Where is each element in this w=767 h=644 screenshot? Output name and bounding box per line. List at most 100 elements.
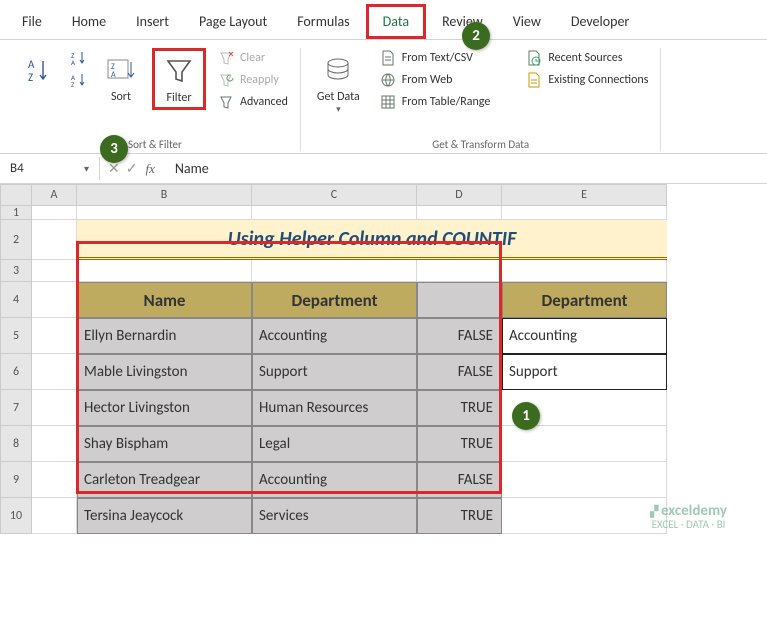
sort-button[interactable]: ZA Sort bbox=[98, 48, 144, 108]
reapply-button: Reapply bbox=[214, 70, 292, 90]
cell-dept-8[interactable]: Legal bbox=[252, 426, 417, 462]
cell-A7[interactable] bbox=[32, 390, 77, 426]
cell-E1[interactable] bbox=[502, 206, 667, 220]
tab-data[interactable]: Data bbox=[366, 4, 426, 39]
cell-lookup-6[interactable]: Support bbox=[502, 354, 667, 390]
select-all-corner[interactable] bbox=[0, 184, 32, 206]
cell-name-6[interactable]: Mable Livingston bbox=[77, 354, 252, 390]
name-box[interactable]: B4 ▾ bbox=[0, 157, 100, 180]
from-table-range-button[interactable]: From Table/Range bbox=[376, 92, 495, 112]
cell-D1[interactable] bbox=[417, 206, 502, 220]
row-header-4[interactable]: 4 bbox=[0, 282, 32, 318]
cell-dept-9[interactable]: Accounting bbox=[252, 462, 417, 498]
name-box-value: B4 bbox=[10, 161, 24, 176]
tab-home[interactable]: Home bbox=[58, 7, 120, 36]
cell-flag-6[interactable]: FALSE bbox=[417, 354, 502, 390]
cell-dept-10[interactable]: Services bbox=[252, 498, 417, 534]
cell-A1[interactable] bbox=[32, 206, 77, 220]
get-data-icon bbox=[323, 52, 353, 88]
cell-A9[interactable] bbox=[32, 462, 77, 498]
tab-developer[interactable]: Developer bbox=[557, 7, 643, 36]
cell-A5[interactable] bbox=[32, 318, 77, 354]
cell-dept-7[interactable]: Human Resources bbox=[252, 390, 417, 426]
cell-flag-10[interactable]: TRUE bbox=[417, 498, 502, 534]
filter-button[interactable]: Filter bbox=[152, 48, 206, 110]
cell-flag-5[interactable]: FALSE bbox=[417, 318, 502, 354]
ribbon-tabs: File Home Insert Page Layout Formulas Da… bbox=[0, 0, 767, 40]
sort-label: Sort bbox=[111, 90, 131, 104]
ribbon-group-get-transform: Get Data ▾ From Text/CSV From Web From T… bbox=[301, 48, 662, 151]
col-header-D[interactable]: D bbox=[417, 184, 502, 206]
cell-dept-5[interactable]: Accounting bbox=[252, 318, 417, 354]
cell-E3[interactable] bbox=[502, 260, 667, 282]
cell-name-8[interactable]: Shay Bispham bbox=[77, 426, 252, 462]
cell-flag-9[interactable]: FALSE bbox=[417, 462, 502, 498]
header-name: Name bbox=[77, 282, 252, 318]
cell-flag-7[interactable]: TRUE bbox=[417, 390, 502, 426]
table-icon bbox=[380, 94, 396, 110]
cell-name-9[interactable]: Carleton Treadgear bbox=[77, 462, 252, 498]
tab-insert[interactable]: Insert bbox=[122, 7, 183, 36]
tab-view[interactable]: View bbox=[499, 7, 555, 36]
row-header-5[interactable]: 5 bbox=[0, 318, 32, 354]
get-transform-group-label: Get & Transform Data bbox=[432, 138, 529, 151]
filter-label: Filter bbox=[166, 91, 191, 105]
row-header-1[interactable]: 1 bbox=[0, 206, 32, 220]
from-text-csv-button[interactable]: From Text/CSV bbox=[376, 48, 495, 68]
cell-lookup-5[interactable]: Accounting bbox=[502, 318, 667, 354]
existing-connections-button[interactable]: Existing Connections bbox=[522, 70, 652, 90]
sort-asc-button[interactable]: AZ bbox=[18, 48, 58, 92]
col-header-C[interactable]: C bbox=[252, 184, 417, 206]
row-header-3[interactable]: 3 bbox=[0, 260, 32, 282]
cell-D3[interactable] bbox=[417, 260, 502, 282]
col-header-B[interactable]: B bbox=[77, 184, 252, 206]
cell-E10[interactable] bbox=[502, 498, 667, 534]
cell-A3[interactable] bbox=[32, 260, 77, 282]
cell-A4[interactable] bbox=[32, 282, 77, 318]
cell-dept-6[interactable]: Support bbox=[252, 354, 417, 390]
from-web-button[interactable]: From Web bbox=[376, 70, 495, 90]
tab-page-layout[interactable]: Page Layout bbox=[185, 7, 281, 36]
row-header-7[interactable]: 7 bbox=[0, 390, 32, 426]
cell-B1[interactable] bbox=[77, 206, 252, 220]
tab-formulas[interactable]: Formulas bbox=[283, 7, 363, 36]
cell-flag-8[interactable]: TRUE bbox=[417, 426, 502, 462]
sort-az-icon: ZA bbox=[70, 50, 86, 66]
cell-name-10[interactable]: Tersina Jeaycock bbox=[77, 498, 252, 534]
fx-icon[interactable]: fx bbox=[145, 161, 154, 177]
get-data-button[interactable]: Get Data ▾ bbox=[309, 48, 368, 119]
row-header-2[interactable]: 2 bbox=[0, 220, 32, 260]
cell-C3[interactable] bbox=[252, 260, 417, 282]
cell-E9[interactable] bbox=[502, 462, 667, 498]
row-header-9[interactable]: 9 bbox=[0, 462, 32, 498]
advanced-button[interactable]: Advanced bbox=[214, 92, 292, 112]
cell-C1[interactable] bbox=[252, 206, 417, 220]
enter-icon[interactable]: ✓ bbox=[126, 160, 138, 177]
clear-icon bbox=[218, 50, 234, 66]
recent-icon bbox=[526, 50, 542, 66]
row-header-8[interactable]: 8 bbox=[0, 426, 32, 462]
row-header-10[interactable]: 10 bbox=[0, 498, 32, 534]
cell-name-5[interactable]: Ellyn Bernardin bbox=[77, 318, 252, 354]
col-header-E[interactable]: E bbox=[502, 184, 667, 206]
header-flag bbox=[417, 282, 502, 318]
ribbon-body: AZ ZA AZ ZA Sort Filter Clear bbox=[0, 40, 767, 154]
svg-text:Z: Z bbox=[28, 71, 33, 83]
cell-A6[interactable] bbox=[32, 354, 77, 390]
cell-name-7[interactable]: Hector Livingston bbox=[77, 390, 252, 426]
cell-A8[interactable] bbox=[32, 426, 77, 462]
col-header-A[interactable]: A bbox=[32, 184, 77, 206]
formula-input[interactable]: Name bbox=[163, 156, 767, 181]
annotation-2: 2 bbox=[462, 22, 490, 50]
sort-za-small[interactable]: AZ bbox=[66, 70, 90, 90]
annotation-1: 1 bbox=[512, 402, 540, 430]
sort-az-small[interactable]: ZA bbox=[66, 48, 90, 68]
reapply-icon bbox=[218, 72, 234, 88]
cell-A10[interactable] bbox=[32, 498, 77, 534]
row-header-6[interactable]: 6 bbox=[0, 354, 32, 390]
cell-E8[interactable] bbox=[502, 426, 667, 462]
cell-A2[interactable] bbox=[32, 220, 77, 260]
cell-B3[interactable] bbox=[77, 260, 252, 282]
recent-sources-button[interactable]: Recent Sources bbox=[522, 48, 652, 68]
tab-file[interactable]: File bbox=[8, 7, 56, 36]
